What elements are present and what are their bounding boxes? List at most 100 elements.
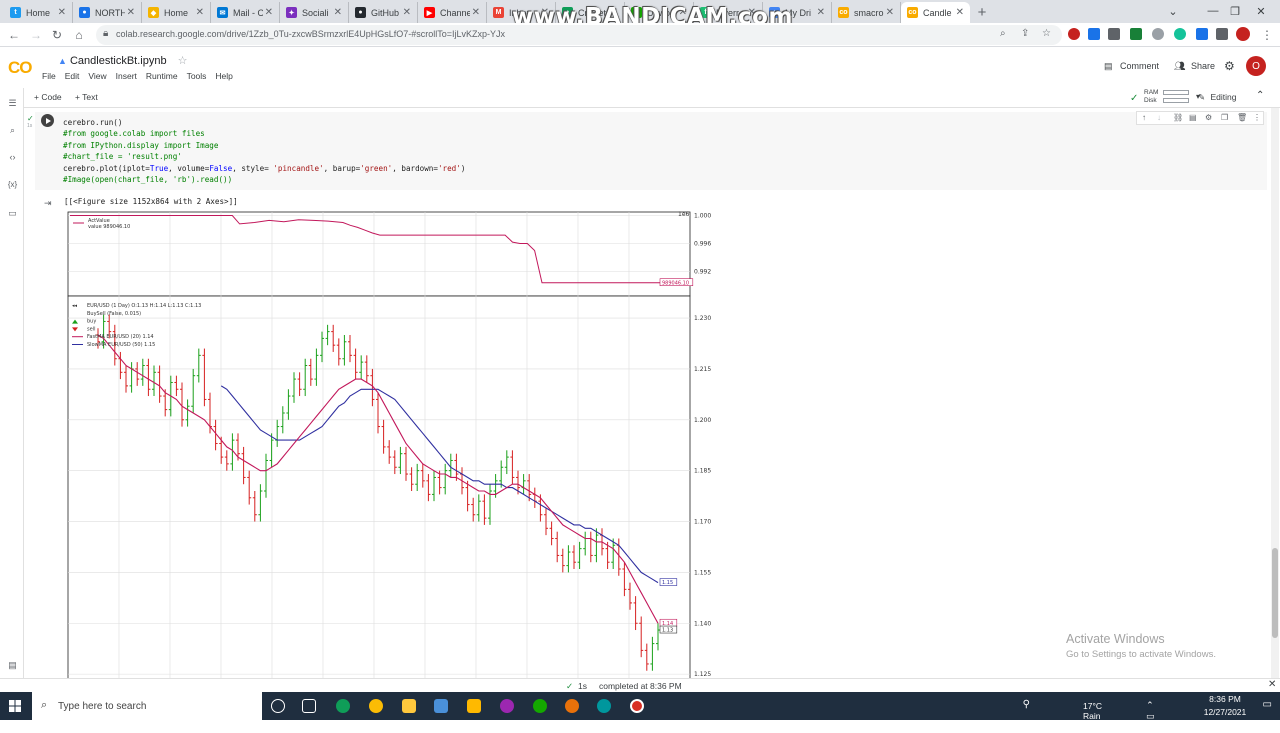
find-icon[interactable]: ⌕ [6, 125, 19, 137]
menu-view[interactable]: View [88, 71, 106, 81]
code-editor[interactable]: cerebro.run() #from google.colab import f… [63, 117, 465, 185]
notebook-title[interactable]: ▲ CandlestickBt.ipynb ☆ [58, 54, 188, 67]
extension-icon-3[interactable] [1108, 28, 1120, 40]
cortana-icon[interactable] [271, 699, 285, 713]
taskbar-app-icon-4[interactable] [434, 699, 448, 713]
menu-help[interactable]: Help [215, 71, 232, 81]
close-status-icon[interactable]: ✕ [1268, 679, 1276, 690]
close-window-icon[interactable]: ✕ [1240, 0, 1280, 22]
add-code-button[interactable]: + Code [34, 92, 62, 102]
menu-file[interactable]: File [42, 71, 56, 81]
chrome-active-icon[interactable] [565, 699, 579, 713]
tab-close-icon[interactable]: ✕ [472, 7, 480, 18]
edge-icon[interactable] [336, 699, 350, 713]
extension-icon-7[interactable] [1196, 28, 1208, 40]
ram-disk-indicator[interactable]: ✓ RAM Disk ▾ [1130, 88, 1200, 107]
forward-icon[interactable]: → [28, 27, 44, 43]
more-cell-actions-icon[interactable]: ⋮ [1253, 113, 1261, 122]
share-page-icon[interactable]: ⇪ [1021, 28, 1029, 39]
browser-tab[interactable]: co Candle ✕ [901, 2, 970, 23]
bandicam-icon[interactable] [630, 699, 644, 713]
add-text-button[interactable]: + Text [75, 92, 98, 102]
browser-tab[interactable]: ✉ Mail - O ✕ [211, 2, 280, 23]
home-icon[interactable]: ⌂ [71, 27, 87, 43]
grammarly-icon[interactable] [1174, 28, 1186, 40]
status-completed[interactable]: completed at 8:36 PM [599, 681, 682, 691]
windows-start-icon[interactable] [9, 700, 21, 712]
taskbar-app-icon-5[interactable] [467, 699, 481, 713]
browser-tab[interactable]: co smacro ✕ [832, 2, 901, 23]
delete-cell-icon[interactable]: 🗑︎ [1237, 113, 1247, 122]
code-cell[interactable]: cerebro.run() #from google.colab import f… [35, 112, 1267, 190]
extension-icon-4[interactable] [1130, 28, 1142, 40]
comment-button[interactable]: ▤ Comment [1104, 61, 1159, 72]
tray-icons[interactable]: ⌃ ▭ ◁) [1146, 700, 1156, 733]
browser-tab[interactable]: ▶ Channe ✕ [418, 2, 487, 23]
account-avatar[interactable]: O [1246, 56, 1266, 76]
browser-tab[interactable]: ● GitHub ✕ [349, 2, 418, 23]
settings-gear-icon[interactable]: ⚙ [1224, 59, 1235, 73]
tab-close-icon[interactable]: ✕ [956, 7, 964, 18]
cell-settings-icon[interactable]: ⚙ [1205, 113, 1212, 122]
move-up-icon[interactable]: ↑ [1142, 113, 1146, 122]
search-icon[interactable]: ⌕ [1000, 28, 1006, 39]
table-of-contents-icon[interactable]: ☰ [6, 98, 19, 110]
tab-close-icon[interactable]: ✕ [334, 7, 342, 18]
move-down-icon[interactable]: ↓ [1157, 113, 1161, 122]
extension-icon-5[interactable] [1152, 28, 1164, 40]
share-button[interactable]: 👥︎ Share [1174, 61, 1215, 72]
colab-logo[interactable]: CO [8, 58, 32, 78]
collapse-header-icon[interactable]: ⌃ [1256, 90, 1264, 101]
tab-search-icon[interactable]: ⌄ [1152, 0, 1194, 22]
arduino-icon[interactable] [597, 699, 611, 713]
address-bar[interactable]: 🔒︎ colab.research.google.com/drive/1Zzb_… [96, 25, 1062, 45]
clock-date[interactable]: 12/27/2021 [1200, 707, 1250, 717]
menu-tools[interactable]: Tools [187, 71, 207, 81]
scrollbar-thumb[interactable] [1272, 548, 1278, 638]
notebook-scrollbar[interactable] [1271, 108, 1279, 678]
menu-insert[interactable]: Insert [116, 71, 137, 81]
code-snippets-icon[interactable]: ‹› [6, 152, 19, 164]
variables-icon[interactable]: {x} [6, 180, 19, 192]
back-icon[interactable]: ← [6, 27, 22, 43]
comment-cell-icon[interactable]: ▤ [1189, 113, 1197, 122]
clock-time[interactable]: 8:36 PM [1200, 694, 1250, 704]
tab-close-icon[interactable]: ✕ [886, 7, 894, 18]
weather-widget[interactable]: 17°C Rain [1083, 701, 1102, 721]
notifications-icon[interactable]: ▭ [1263, 699, 1272, 710]
opera-extension-icon[interactable] [1068, 28, 1080, 40]
new-tab-button[interactable]: + [970, 2, 994, 23]
tab-close-icon[interactable]: ✕ [196, 7, 204, 18]
menu-edit[interactable]: Edit [65, 71, 80, 81]
run-cell-button[interactable] [41, 114, 54, 127]
browser-tab[interactable]: t Home ✕ [4, 2, 73, 23]
more-vert-icon[interactable]: ⋮ [1259, 27, 1275, 43]
link-icon[interactable]: ⛓ [1173, 113, 1183, 122]
profile-avatar-icon[interactable] [1236, 27, 1250, 41]
editing-mode[interactable]: ✎ Editing [1198, 92, 1237, 103]
upwork-taskbar-icon[interactable] [533, 699, 547, 713]
browser-tab[interactable]: ◆ Home ✕ [142, 2, 211, 23]
extension-icon-2[interactable] [1088, 28, 1100, 40]
files-folder-icon[interactable]: ▭ [6, 208, 19, 220]
tab-close-icon[interactable]: ✕ [58, 7, 66, 18]
taskbar-search[interactable]: ⌕ Type here to search [32, 692, 262, 720]
file-explorer-icon[interactable] [402, 699, 416, 713]
terminal-icon[interactable]: ▤ [6, 660, 19, 672]
menu-runtime[interactable]: Runtime [146, 71, 178, 81]
puzzle-extensions-icon[interactable] [1216, 28, 1228, 40]
tab-close-icon[interactable]: ✕ [817, 7, 825, 18]
person-icon[interactable]: ⚲ [1023, 699, 1030, 710]
taskbar-app-icon-6[interactable] [500, 699, 514, 713]
tab-close-icon[interactable]: ✕ [127, 7, 135, 18]
tab-close-icon[interactable]: ✕ [265, 7, 273, 18]
star-icon[interactable]: ☆ [178, 55, 188, 67]
output-actions-icon[interactable]: ⇥ [44, 198, 52, 209]
reload-icon[interactable]: ↻ [49, 27, 65, 43]
chrome-icon[interactable] [369, 699, 383, 713]
tab-close-icon[interactable]: ✕ [403, 7, 411, 18]
browser-tab[interactable]: ● NORTH ✕ [73, 2, 142, 23]
task-view-icon[interactable] [302, 699, 316, 713]
mirror-cell-icon[interactable]: ❐ [1221, 113, 1228, 122]
bookmark-star-icon[interactable]: ☆ [1042, 28, 1051, 39]
